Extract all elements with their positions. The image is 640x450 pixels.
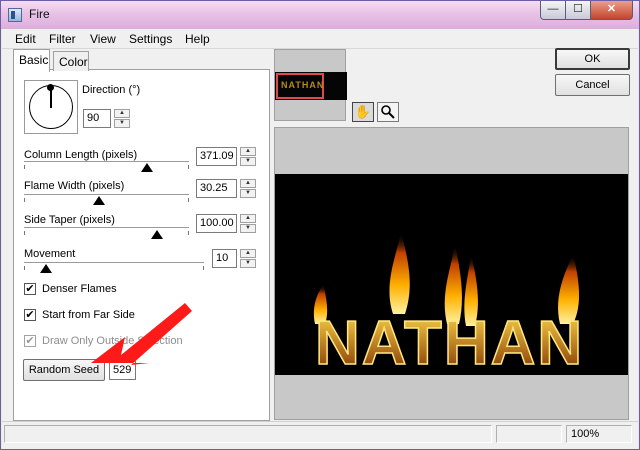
hand-tool-button[interactable]: ✋ (352, 102, 374, 122)
slider-tick (24, 266, 25, 270)
flame-shape (389, 232, 410, 314)
spin-down-icon[interactable]: ▼ (240, 189, 256, 198)
movement-spinner[interactable]: ▲ ▼ (240, 249, 256, 268)
slider-tick (24, 231, 25, 235)
column-length-thumb[interactable] (141, 163, 153, 172)
spin-up-icon[interactable]: ▲ (240, 147, 256, 156)
maximize-button[interactable]: ☐ (565, 1, 591, 20)
side-taper-thumb[interactable] (151, 230, 163, 239)
direction-label: Direction (°) (82, 84, 141, 96)
column-length-track[interactable] (24, 161, 189, 163)
slider-tick (188, 198, 189, 202)
slider-tick (188, 231, 189, 235)
navigator-thumbnail-image: NATHAN (275, 72, 347, 100)
column-length-spinner[interactable]: ▲ ▼ (240, 147, 256, 166)
ok-button[interactable]: OK (555, 48, 630, 70)
side-taper-label: Side Taper (pixels) (24, 214, 115, 226)
annotation-arrow (91, 303, 192, 365)
movement-thumb[interactable] (40, 264, 52, 273)
menu-view[interactable]: View (90, 32, 116, 46)
direction-input[interactable]: 90 (83, 109, 111, 128)
spin-up-icon[interactable]: ▲ (114, 109, 130, 118)
movement-input[interactable]: 10 (212, 249, 237, 268)
fire-app-icon (8, 8, 22, 22)
status-pane-message (4, 425, 492, 443)
zoom-level: 100% (566, 425, 632, 443)
window-title: Fire (29, 7, 50, 21)
menu-settings[interactable]: Settings (129, 32, 172, 46)
flame-width-label: Flame Width (pixels) (24, 180, 125, 192)
spin-up-icon[interactable]: ▲ (240, 249, 256, 258)
fire-preview-image: NATHAN (275, 174, 628, 375)
spin-down-icon[interactable]: ▼ (240, 224, 256, 233)
side-taper-input[interactable]: 100.00 (196, 214, 237, 233)
slider-tick (24, 165, 25, 169)
side-taper-track[interactable] (24, 227, 189, 229)
flame-width-thumb[interactable] (93, 196, 105, 205)
column-length-label: Column Length (pixels) (24, 149, 138, 161)
side-taper-spinner[interactable]: ▲ ▼ (240, 214, 256, 233)
flame-width-track[interactable] (24, 194, 189, 196)
navigator-thumbnail-text: NATHAN (281, 80, 325, 90)
menu-bar: Edit Filter View Settings Help (2, 29, 638, 49)
zoom-tool-button[interactable] (377, 102, 399, 122)
tab-color[interactable]: Color (53, 51, 89, 71)
slider-tick (188, 165, 189, 169)
spin-down-icon[interactable]: ▼ (114, 119, 130, 128)
status-pane-info (496, 425, 562, 443)
close-button[interactable]: ✕ (590, 1, 633, 20)
column-length-input[interactable]: 371.09 (196, 147, 237, 166)
tab-basic[interactable]: Basic (13, 49, 50, 72)
checkbox-checked-icon[interactable]: ✔ (24, 309, 36, 321)
direction-spinner[interactable]: ▲ ▼ (114, 109, 130, 128)
cancel-button[interactable]: Cancel (555, 74, 630, 96)
slider-tick (203, 266, 204, 270)
preview-text: NATHAN (315, 309, 584, 375)
navigator-thumbnail[interactable]: NATHAN (274, 49, 347, 121)
menu-edit[interactable]: Edit (15, 32, 36, 46)
spin-down-icon[interactable]: ▼ (240, 157, 256, 166)
hand-icon: ✋ (354, 104, 372, 119)
spin-down-icon[interactable]: ▼ (240, 259, 256, 268)
titlebar: Fire — ☐ ✕ (1, 1, 639, 29)
fire-preview-render: NATHAN (313, 232, 584, 375)
flame-width-input[interactable]: 30.25 (196, 179, 237, 198)
checkbox-checked-icon: ✔ (24, 335, 36, 347)
fire-dialog-window: Fire — ☐ ✕ Edit Filter View Settings Hel… (0, 0, 640, 450)
preview-pane[interactable]: NATHAN (274, 127, 629, 420)
menu-filter[interactable]: Filter (49, 32, 76, 46)
movement-label: Movement (24, 248, 76, 260)
spin-up-icon[interactable]: ▲ (240, 214, 256, 223)
checkbox-checked-icon[interactable]: ✔ (24, 283, 36, 295)
flame-width-spinner[interactable]: ▲ ▼ (240, 179, 256, 198)
menu-help[interactable]: Help (185, 32, 210, 46)
spin-up-icon[interactable]: ▲ (240, 179, 256, 188)
direction-dial[interactable] (24, 80, 78, 134)
dial-handle[interactable] (47, 84, 54, 91)
minimize-button[interactable]: — (540, 1, 566, 20)
status-bar: 100% (2, 421, 638, 449)
slider-tick (24, 198, 25, 202)
magnifier-icon (381, 105, 395, 119)
